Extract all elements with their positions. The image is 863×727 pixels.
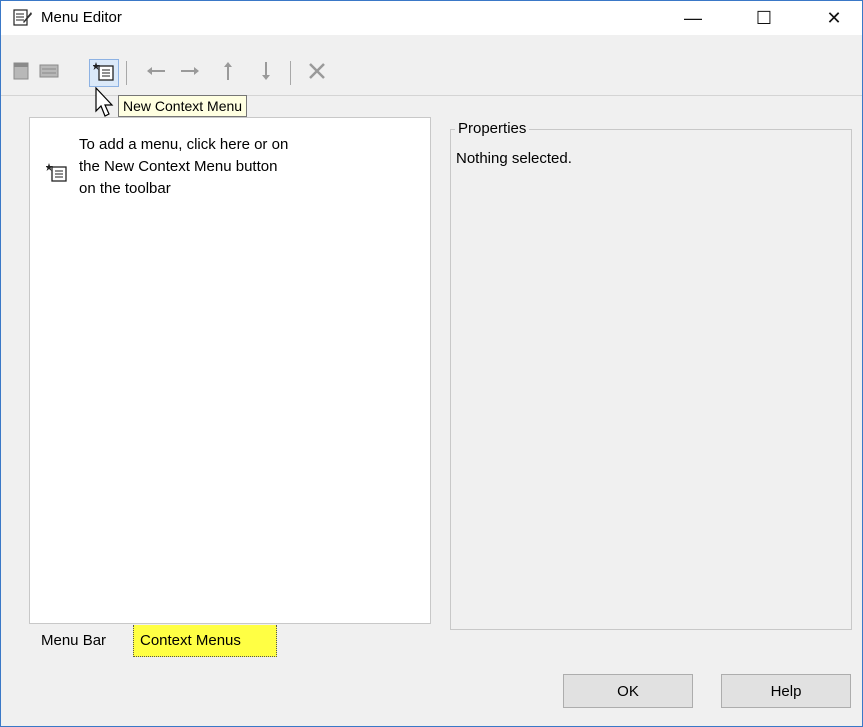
move-right-button[interactable] — [179, 61, 201, 81]
tab-context-menus[interactable]: Context Menus — [133, 625, 277, 657]
close-button[interactable]: ✕ — [811, 1, 857, 35]
mouse-cursor-icon — [95, 87, 114, 117]
close-icon: ✕ — [826, 7, 842, 28]
move-up-button[interactable] — [217, 61, 239, 81]
properties-legend: Properties — [455, 120, 530, 138]
move-left-button[interactable] — [145, 61, 167, 81]
menu-editor-window: Menu Editor — ☐ ✕ New Context Menu To ad… — [0, 0, 863, 727]
maximize-button[interactable]: ☐ — [741, 1, 787, 35]
tab-menu-bar[interactable]: Menu Bar — [35, 625, 131, 657]
maximize-icon: ☐ — [755, 7, 773, 28]
tree-hint-text[interactable]: To add a menu, click here or on the New … — [79, 134, 379, 200]
new-menu-button[interactable] — [11, 61, 33, 81]
properties-status-text: Nothing selected. — [456, 150, 572, 167]
help-button[interactable]: Help — [721, 674, 851, 708]
minimize-button[interactable]: — — [670, 1, 716, 35]
hint-line: the New Context Menu button — [79, 158, 278, 175]
title-bar: Menu Editor — ☐ ✕ — [1, 1, 862, 35]
toolbar-separator — [126, 61, 127, 85]
properties-group: Properties Nothing selected. — [450, 120, 852, 630]
hint-line: on the toolbar — [79, 180, 171, 197]
hint-line: To add a menu, click here or on — [79, 136, 289, 153]
window-title: Menu Editor — [41, 9, 122, 26]
move-down-button[interactable] — [255, 61, 277, 81]
menu-tree-panel[interactable]: To add a menu, click here or on the New … — [29, 117, 431, 624]
toolbar — [1, 35, 862, 96]
ok-button[interactable]: OK — [563, 674, 693, 708]
new-context-menu-button[interactable] — [93, 61, 115, 81]
toolbar-separator — [290, 61, 291, 85]
new-menu-item-button[interactable] — [38, 61, 60, 81]
delete-button[interactable] — [306, 61, 328, 81]
minimize-icon: — — [684, 7, 702, 28]
new-context-menu-icon — [46, 163, 67, 182]
tooltip: New Context Menu — [118, 95, 248, 117]
menu-editor-app-icon — [13, 9, 32, 26]
